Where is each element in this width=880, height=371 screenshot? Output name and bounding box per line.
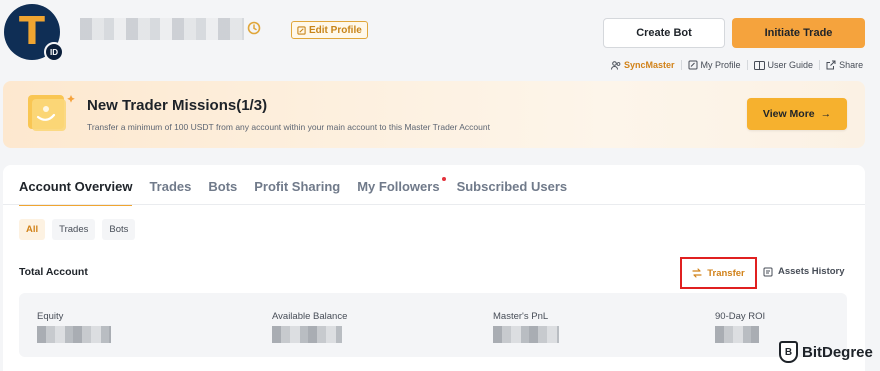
stat-label: Available Balance bbox=[272, 311, 348, 322]
transfer-icon bbox=[692, 268, 702, 278]
transfer-button[interactable]: Transfer bbox=[680, 257, 757, 289]
syncmaster-link[interactable]: SyncMaster bbox=[611, 60, 682, 70]
stat-masters-pnl: Master's PnL bbox=[493, 311, 559, 343]
user-guide-label: User Guide bbox=[767, 60, 814, 70]
shield-logo-icon: B bbox=[779, 341, 798, 363]
tab-account-overview[interactable]: Account Overview bbox=[19, 179, 133, 206]
stat-available-balance: Available Balance bbox=[272, 311, 347, 343]
blurred-value bbox=[493, 326, 559, 343]
stat-label: Master's PnL bbox=[493, 311, 549, 322]
syncmaster-label: SyncMaster bbox=[624, 60, 675, 70]
share-link[interactable]: Share bbox=[820, 60, 863, 70]
tab-profit-sharing[interactable]: Profit Sharing bbox=[254, 179, 340, 206]
filter-chips: All Trades Bots bbox=[19, 219, 136, 240]
book-icon bbox=[753, 60, 765, 70]
watermark-text: BitDegree bbox=[802, 343, 873, 361]
tab-subscribed-users[interactable]: Subscribed Users bbox=[457, 179, 568, 206]
tab-divider bbox=[3, 204, 865, 205]
mission-banner: New Trader Missions(1/3) Transfer a mini… bbox=[3, 81, 865, 148]
tab-bar: Account Overview Trades Bots Profit Shar… bbox=[19, 177, 568, 206]
stat-label: Equity bbox=[37, 311, 64, 322]
blurred-value bbox=[272, 326, 342, 343]
stats-panel: Equity Available Balance Master's PnL 90… bbox=[19, 293, 847, 357]
filter-all[interactable]: All bbox=[19, 219, 46, 240]
assets-history-link[interactable]: Assets History bbox=[763, 266, 845, 277]
edit-profile-label: Edit Profile bbox=[309, 24, 362, 36]
filter-bots[interactable]: Bots bbox=[102, 219, 136, 240]
edit-icon bbox=[297, 25, 306, 35]
avatar-letter: T bbox=[19, 9, 45, 53]
arrow-right-icon: → bbox=[820, 108, 832, 120]
stat-equity: Equity bbox=[37, 311, 111, 343]
create-bot-button[interactable]: Create Bot bbox=[603, 18, 725, 48]
profile-links: SyncMaster My Profile User Guide Share bbox=[611, 58, 863, 72]
share-label: Share bbox=[839, 60, 864, 70]
my-profile-link[interactable]: My Profile bbox=[682, 60, 748, 70]
tab-my-followers[interactable]: My Followers bbox=[357, 177, 446, 206]
tab-trades[interactable]: Trades bbox=[149, 179, 191, 206]
filter-trades[interactable]: Trades bbox=[52, 219, 96, 240]
avatar[interactable]: T ID bbox=[4, 4, 64, 62]
transfer-label: Transfer bbox=[707, 267, 745, 279]
total-account-title: Total Account bbox=[19, 266, 88, 278]
edit-profile-button[interactable]: Edit Profile bbox=[291, 21, 368, 39]
users-icon bbox=[611, 60, 621, 70]
mission-document-icon bbox=[24, 91, 78, 135]
view-more-label: View More bbox=[762, 108, 815, 120]
blurred-value bbox=[715, 326, 759, 343]
stat-label: 90-Day ROI bbox=[715, 311, 766, 322]
share-icon bbox=[826, 60, 836, 70]
document-icon bbox=[763, 267, 773, 276]
account-card: Account Overview Trades Bots Profit Shar… bbox=[3, 165, 865, 371]
notification-dot bbox=[441, 177, 446, 181]
tab-my-followers-label: My Followers bbox=[357, 179, 440, 194]
my-profile-label: My Profile bbox=[700, 60, 741, 70]
tab-bots[interactable]: Bots bbox=[208, 179, 237, 206]
view-more-button[interactable]: View More → bbox=[747, 98, 847, 130]
bitdegree-watermark: B BitDegree bbox=[779, 341, 873, 363]
profile-icon bbox=[688, 60, 698, 70]
mission-title: New Trader Missions(1/3) bbox=[87, 97, 268, 114]
clock-icon[interactable] bbox=[247, 21, 261, 40]
user-guide-link[interactable]: User Guide bbox=[748, 60, 821, 70]
assets-history-label: Assets History bbox=[778, 266, 845, 277]
initiate-trade-button[interactable]: Initiate Trade bbox=[732, 18, 865, 48]
blurred-username bbox=[80, 18, 244, 40]
blurred-value bbox=[37, 326, 111, 343]
stat-90-day-roi: 90-Day ROI bbox=[715, 311, 765, 343]
id-badge: ID bbox=[44, 42, 64, 62]
mission-description: Transfer a minimum of 100 USDT from any … bbox=[87, 122, 490, 132]
